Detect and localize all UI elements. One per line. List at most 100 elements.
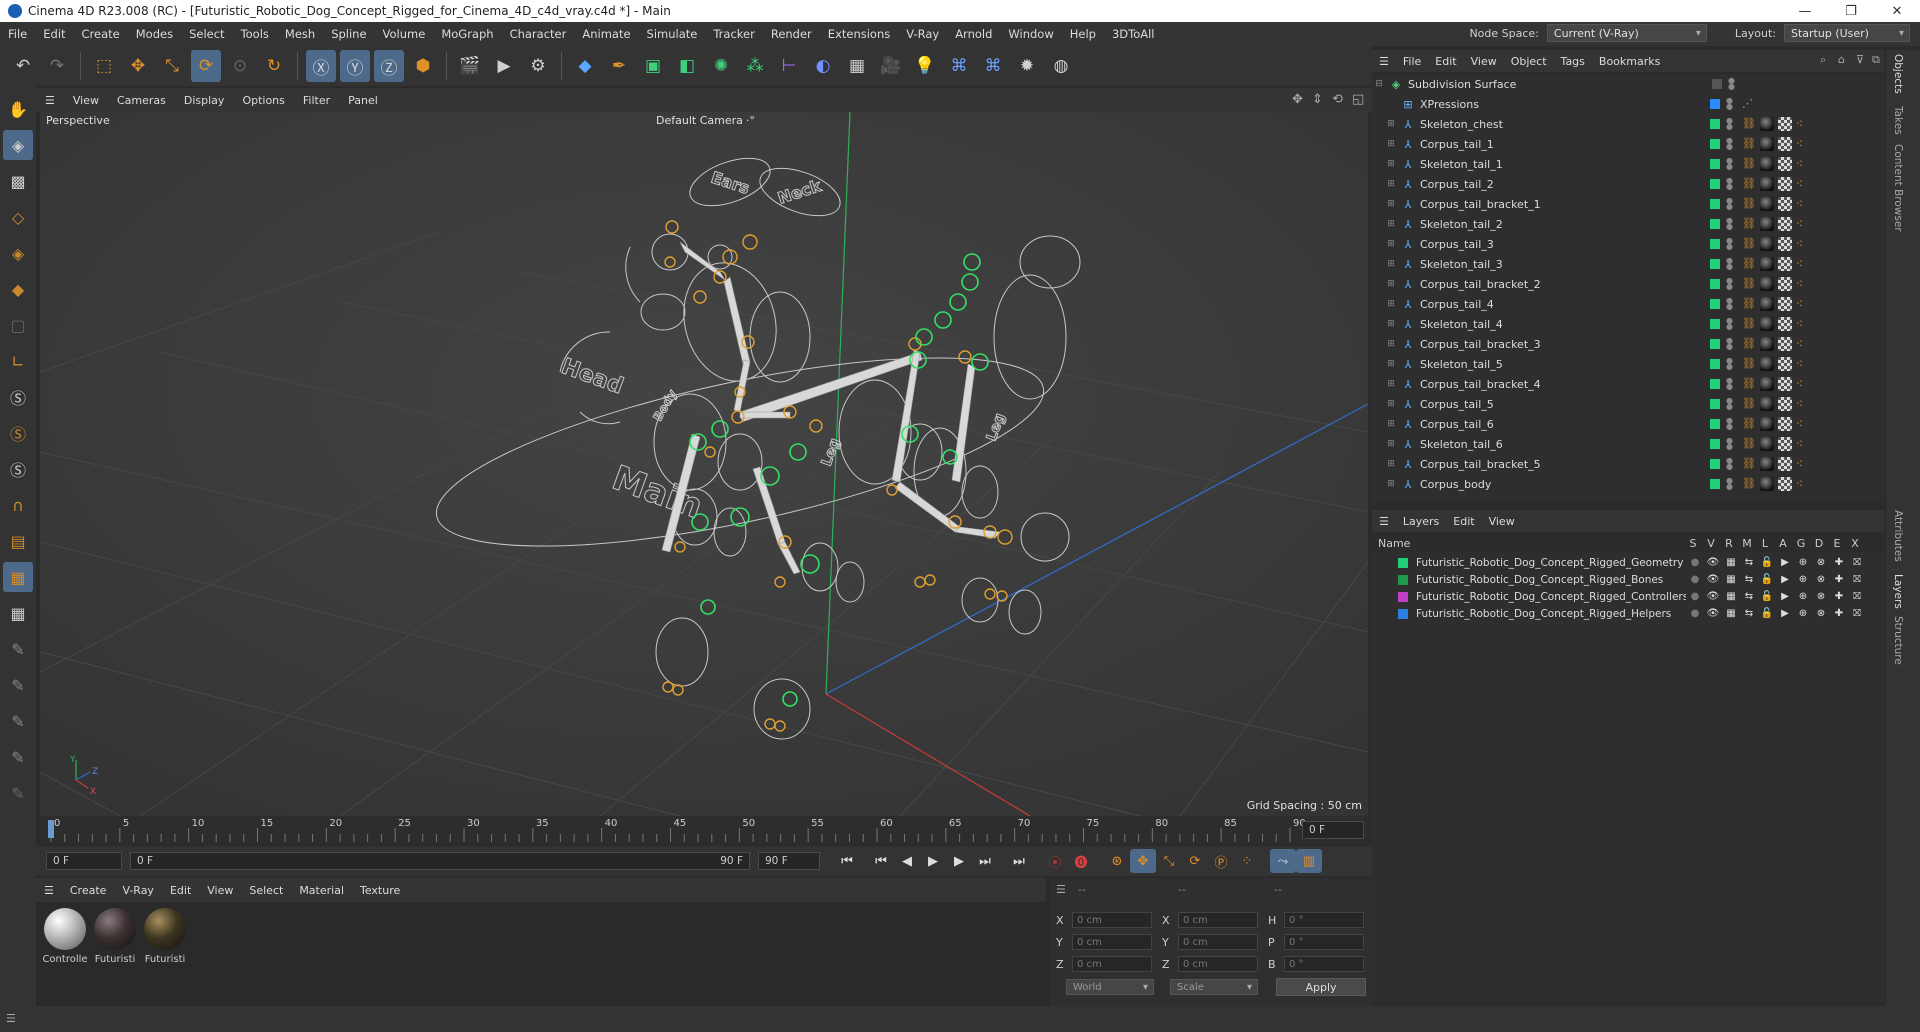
viewport-menu-panel[interactable]: Panel (339, 94, 387, 107)
viewport-move-icon[interactable]: ✥ (1292, 92, 1303, 107)
visibility-dots-icon[interactable]: ● ● (1726, 377, 1733, 391)
workplane-icon[interactable]: ▤ (3, 526, 33, 556)
coordinate-system-icon[interactable]: ⬢ (408, 50, 438, 82)
material-menu-create[interactable]: Create (62, 884, 115, 897)
visibility-dots-icon[interactable]: ● ● (1726, 217, 1733, 231)
layer-column-e[interactable]: E (1828, 537, 1846, 550)
ik-tag-icon[interactable]: ⁖ (1796, 117, 1810, 131)
start-frame-field[interactable]: 0 F (46, 852, 122, 870)
menu-mograph[interactable]: MoGraph (433, 27, 501, 41)
ik-tag-icon[interactable]: ⁖ (1796, 217, 1810, 231)
render-view-icon[interactable]: ▶ (489, 50, 519, 82)
y-axis-lock-icon[interactable]: Ⓨ (340, 50, 370, 82)
object-row[interactable]: ⊞ ⅄ Corpus_tail_bracket_2 ● ● ⛓ ⁖ (1372, 274, 1884, 294)
material-tag-icon[interactable] (1760, 137, 1774, 151)
object-menu-bookmarks[interactable]: Bookmarks (1592, 55, 1667, 68)
layer-color-swatch[interactable] (1710, 319, 1720, 329)
constraint-tag-icon[interactable]: ⛓ (1742, 437, 1756, 451)
checker-tag-icon[interactable] (1778, 477, 1792, 491)
goto-start-icon[interactable]: ⏮ (834, 849, 860, 873)
ik-tag-icon[interactable]: ⁖ (1796, 297, 1810, 311)
visibility-dots-icon[interactable]: ● ● (1726, 137, 1733, 151)
layer-menu-view[interactable]: View (1482, 515, 1522, 528)
layer-manager-icon[interactable]: ⇆ (1740, 574, 1758, 585)
checker-tag-icon[interactable] (1778, 377, 1792, 391)
layer-render-icon[interactable]: ▦ (1722, 608, 1740, 619)
material-tag-icon[interactable] (1760, 197, 1774, 211)
material-tag-icon[interactable] (1760, 217, 1774, 231)
tab-structure[interactable]: Structure (1892, 616, 1904, 665)
menu-file[interactable]: File (0, 27, 35, 41)
layer-column-a[interactable]: A (1774, 537, 1792, 550)
python-icon[interactable]: ⌘ (944, 50, 974, 82)
layer-column-s[interactable]: S (1684, 537, 1702, 550)
checker-tag-icon[interactable] (1778, 117, 1792, 131)
paint-icon[interactable]: ✎ (3, 634, 33, 664)
status-menu-icon[interactable]: ☰ (6, 1012, 16, 1025)
texture-mode-icon[interactable]: ▩ (3, 166, 33, 196)
visibility-dots-icon[interactable]: ● ● (1726, 437, 1733, 451)
object-row[interactable]: ⊞ ⅄ Corpus_tail_5 ● ● ⛓ ⁖ (1372, 394, 1884, 414)
node-space-dropdown[interactable]: Current (V-Ray) (1546, 24, 1707, 42)
step-back-icon[interactable]: ◀ (894, 849, 920, 873)
tab-content-browser[interactable]: Content Browser (1892, 144, 1904, 232)
layer-animation-icon[interactable]: ▶ (1776, 574, 1794, 585)
layer-manager-icon[interactable]: ⇆ (1740, 591, 1758, 602)
constraint-tag-icon[interactable]: ⛓ (1742, 237, 1756, 251)
menu-simulate[interactable]: Simulate (639, 27, 706, 41)
layer-color-swatch[interactable] (1710, 119, 1720, 129)
object-hamburger-icon[interactable]: ☰ (1372, 55, 1396, 68)
layer-generators-icon[interactable]: ⊕ (1794, 608, 1812, 619)
snap-icon[interactable]: Ⓢ (3, 382, 33, 412)
ik-tag-icon[interactable]: ⁖ (1796, 237, 1810, 251)
viewport-menu-display[interactable]: Display (175, 94, 234, 107)
constraint-tag-icon[interactable]: ⛓ (1742, 197, 1756, 211)
layer-color-swatch[interactable] (1710, 439, 1720, 449)
current-frame-field[interactable]: 0 F (1302, 821, 1364, 839)
expand-toggle-icon[interactable]: ⊞ (1384, 199, 1398, 209)
layer-generators-icon[interactable]: ⊕ (1794, 557, 1812, 568)
maximize-button[interactable]: ❐ (1828, 0, 1874, 22)
z-axis-lock-icon[interactable]: Ⓩ (374, 50, 404, 82)
menu-spline[interactable]: Spline (323, 27, 374, 41)
constraint-tag-icon[interactable]: ⛓ (1742, 177, 1756, 191)
visibility-dots-icon[interactable]: ● ● (1726, 317, 1733, 331)
object-row[interactable]: ⊞ ⅄ Corpus_tail_bracket_3 ● ● ⛓ ⁖ (1372, 334, 1884, 354)
object-row[interactable]: ⊞ ⅄ Skeleton_tail_1 ● ● ⛓ ⁖ (1372, 154, 1884, 174)
ik-tag-icon[interactable]: ⁖ (1796, 357, 1810, 371)
checker-tag-icon[interactable] (1778, 257, 1792, 271)
rotate-recent-icon[interactable]: ↻ (259, 50, 289, 82)
material-tag-icon[interactable] (1760, 317, 1774, 331)
play-icon[interactable]: ▶ (920, 849, 946, 873)
material-tag-icon[interactable] (1760, 357, 1774, 371)
constraint-tag-icon[interactable]: ⛓ (1742, 477, 1756, 491)
extrude-generator-icon[interactable]: ◧ (672, 50, 702, 82)
layer-xref-icon[interactable]: ⛝ (1848, 574, 1866, 585)
viewport-menu-cameras[interactable]: Cameras (108, 94, 175, 107)
viewport-camera-name[interactable]: Default Camera ·° (656, 114, 755, 127)
layer-color-swatch[interactable] (1710, 179, 1720, 189)
material-tag-icon[interactable] (1760, 417, 1774, 431)
layer-color-swatch[interactable] (1710, 479, 1720, 489)
object-new-window-icon[interactable]: ⧉ (1872, 53, 1880, 67)
visibility-dots-icon[interactable]: ● ● (1726, 117, 1733, 131)
layer-solo-icon[interactable]: ● (1686, 557, 1704, 568)
render-region-icon[interactable]: 🎬 (455, 50, 485, 82)
ik-tag-icon[interactable]: ⁖ (1796, 197, 1810, 211)
layer-menu-layers[interactable]: Layers (1396, 515, 1446, 528)
layer-xref-icon[interactable]: ⛝ (1848, 557, 1866, 568)
checker-tag-icon[interactable] (1778, 437, 1792, 451)
object-row[interactable]: ⊞ ⅄ Corpus_tail_bracket_5 ● ● ⛓ ⁖ (1372, 454, 1884, 474)
layer-expressions-icon[interactable]: ✚ (1830, 557, 1848, 568)
rotation-b-field[interactable]: 0 ° (1284, 956, 1364, 972)
object-home-icon[interactable]: ⌂ (1838, 53, 1845, 66)
layer-row[interactable]: Futuristic_Robotic_Dog_Concept_Rigged_He… (1372, 605, 1884, 622)
ik-tag-icon[interactable]: ⁖ (1796, 377, 1810, 391)
ik-tag-icon[interactable]: ⁖ (1796, 457, 1810, 471)
constraint-tag-icon[interactable]: ⛓ (1742, 337, 1756, 351)
visibility-dots-icon[interactable]: ● ● (1726, 237, 1733, 251)
snap-settings-icon[interactable]: Ⓢ (3, 418, 33, 448)
layer-expressions-icon[interactable]: ✚ (1830, 608, 1848, 619)
checker-tag-icon[interactable] (1778, 137, 1792, 151)
layer-column-r[interactable]: R (1720, 537, 1738, 550)
